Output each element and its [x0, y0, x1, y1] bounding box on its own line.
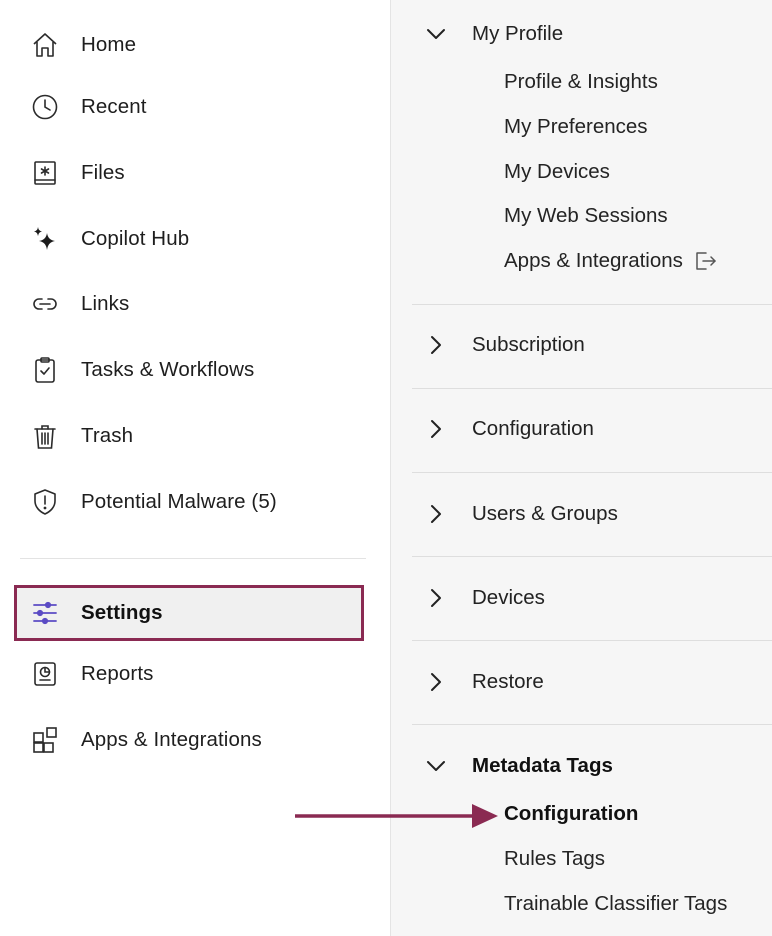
link-icon	[30, 289, 60, 319]
section-title: Users & Groups	[472, 502, 618, 525]
menu-item-my-preferences[interactable]: My Preferences	[504, 112, 648, 142]
external-link-icon	[693, 249, 717, 273]
sidebar-item-files[interactable]: Files	[20, 151, 366, 195]
section-my-profile[interactable]: My Profile	[412, 14, 772, 54]
sidebar-item-label: Reports	[81, 662, 154, 685]
menu-item-label: My Devices	[504, 160, 610, 183]
clock-icon	[30, 92, 60, 122]
sidebar-item-tasks-workflows[interactable]: Tasks & Workflows	[20, 348, 366, 392]
section-title: Restore	[472, 670, 544, 693]
sidebar-item-recent[interactable]: Recent	[20, 85, 366, 129]
section-devices[interactable]: Devices	[412, 578, 772, 618]
report-icon	[30, 659, 60, 689]
sidebar-item-copilot-hub[interactable]: Copilot Hub	[20, 217, 366, 261]
panel-divider	[412, 724, 772, 725]
home-icon	[30, 30, 60, 60]
section-title: Devices	[472, 586, 545, 609]
sidebar-item-label: Settings	[81, 601, 163, 624]
sidebar-item-links[interactable]: Links	[20, 282, 366, 326]
section-subscription[interactable]: Subscription	[412, 325, 772, 365]
section-title: Subscription	[472, 333, 585, 356]
sparkle-icon	[30, 224, 60, 254]
sidebar-item-label: Files	[81, 161, 125, 184]
menu-item-metadata-configuration[interactable]: Configuration	[504, 799, 638, 829]
sidebar-divider	[20, 558, 366, 559]
chevron-right-icon	[424, 333, 448, 357]
section-metadata-tags[interactable]: Metadata Tags	[412, 746, 772, 786]
trash-icon	[30, 421, 60, 451]
menu-item-label: Apps & Integrations	[504, 249, 683, 272]
sidebar-item-settings[interactable]: Settings	[14, 585, 364, 641]
menu-item-label: Configuration	[504, 802, 639, 825]
chevron-down-icon	[424, 22, 448, 46]
sliders-icon	[30, 598, 60, 628]
section-restore[interactable]: Restore	[412, 662, 772, 702]
sidebar-item-label: Copilot Hub	[81, 227, 190, 250]
panel-divider	[412, 304, 772, 305]
sidebar-item-label: Apps & Integrations	[81, 728, 262, 751]
sidebar-item-trash[interactable]: Trash	[20, 414, 366, 458]
sidebar-item-apps-integrations[interactable]: Apps & Integrations	[20, 718, 366, 762]
settings-panel: My Profile Profile & Insights My Prefere…	[390, 0, 772, 936]
menu-item-label: My Preferences	[504, 115, 648, 138]
sidebar-item-label: Trash	[81, 424, 134, 447]
menu-item-my-devices[interactable]: My Devices	[504, 157, 610, 187]
chevron-right-icon	[424, 670, 448, 694]
sidebar-item-reports[interactable]: Reports	[20, 652, 366, 696]
clipboard-check-icon	[30, 355, 60, 385]
menu-item-apps-integrations[interactable]: Apps & Integrations	[504, 246, 717, 276]
section-users-groups[interactable]: Users & Groups	[412, 494, 772, 534]
panel-divider	[412, 640, 772, 641]
menu-item-rules-tags[interactable]: Rules Tags	[504, 844, 605, 874]
menu-item-label: Trainable Classifier Tags	[504, 892, 728, 915]
sidebar-item-potential-malware[interactable]: Potential Malware (5)	[20, 480, 366, 524]
sidebar: Home Recent Files Copilot Hub Links Task…	[0, 0, 390, 936]
section-configuration[interactable]: Configuration	[412, 409, 772, 449]
menu-item-label: Rules Tags	[504, 847, 606, 870]
menu-item-trainable-classifier-tags[interactable]: Trainable Classifier Tags	[504, 889, 727, 919]
sidebar-item-label: Tasks & Workflows	[81, 358, 255, 381]
menu-item-label: Profile & Insights	[504, 70, 658, 93]
sidebar-item-label: Recent	[81, 95, 147, 118]
shield-icon	[30, 487, 60, 517]
annotation-arrow	[295, 804, 498, 828]
chevron-right-icon	[424, 502, 448, 526]
chevron-right-icon	[424, 586, 448, 610]
sidebar-item-label: Home	[81, 33, 137, 56]
files-icon	[30, 158, 60, 188]
sidebar-item-label: Potential Malware (5)	[81, 490, 277, 513]
chevron-right-icon	[424, 417, 448, 441]
section-title: Configuration	[472, 417, 594, 440]
panel-divider	[412, 472, 772, 473]
sidebar-item-home[interactable]: Home	[20, 23, 366, 67]
panel-divider	[412, 556, 772, 557]
panel-divider	[412, 388, 772, 389]
section-title: Metadata Tags	[472, 754, 613, 777]
section-title: My Profile	[472, 22, 564, 45]
menu-item-label: My Web Sessions	[504, 204, 668, 227]
menu-item-profile-insights[interactable]: Profile & Insights	[504, 67, 658, 97]
apps-grid-icon	[30, 725, 60, 755]
chevron-down-icon	[424, 754, 448, 778]
sidebar-item-label: Links	[81, 292, 130, 315]
menu-item-my-web-sessions[interactable]: My Web Sessions	[504, 201, 668, 231]
